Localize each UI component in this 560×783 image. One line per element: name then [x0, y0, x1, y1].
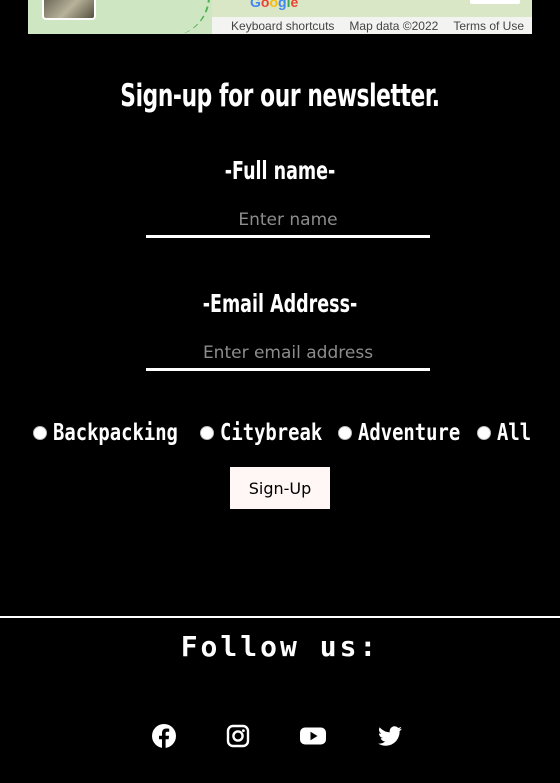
social-links — [0, 720, 560, 752]
radio-all[interactable]: All — [477, 420, 531, 446]
trip-type-radio-group: Backpacking Citybreak Adventure All — [0, 420, 560, 446]
email-label: -Email Address- — [202, 289, 358, 318]
radio-label: Citybreak — [219, 420, 322, 446]
radio-label: All — [497, 420, 532, 446]
radio-button[interactable] — [33, 426, 48, 440]
embedded-map[interactable]: Google Keyboard shortcuts Map data ©2022… — [28, 0, 532, 34]
facebook-icon[interactable] — [148, 720, 180, 752]
full-name-label: -Full name- — [224, 156, 336, 185]
sign-up-button[interactable]: Sign-Up — [230, 467, 330, 509]
radio-label: Backpacking — [53, 420, 179, 446]
youtube-icon[interactable] — [297, 720, 329, 752]
google-logo: Google — [250, 0, 299, 10]
radio-adventure[interactable]: Adventure — [338, 420, 471, 446]
radio-button[interactable] — [199, 426, 214, 440]
footer-divider — [0, 616, 560, 618]
radio-button[interactable] — [338, 426, 353, 440]
radio-button[interactable] — [477, 426, 492, 440]
radio-citybreak[interactable]: Citybreak — [199, 420, 333, 446]
radio-label: Adventure — [358, 420, 461, 446]
follow-us-heading: Follow us: — [180, 630, 380, 663]
newsletter-title: Sign-up for our newsletter. — [120, 78, 440, 114]
terms-of-use-link[interactable]: Terms of Use — [453, 19, 524, 33]
map-zoom-control[interactable] — [470, 0, 520, 4]
map-route — [88, 0, 210, 34]
email-input[interactable] — [146, 338, 430, 371]
instagram-icon[interactable] — [222, 720, 254, 752]
radio-backpacking[interactable]: Backpacking — [33, 420, 193, 446]
keyboard-shortcuts-link[interactable]: Keyboard shortcuts — [231, 19, 334, 33]
map-attribution: Keyboard shortcuts Map data ©2022 Terms … — [212, 17, 532, 34]
map-data-label: Map data ©2022 — [349, 18, 439, 33]
twitter-icon[interactable] — [374, 720, 406, 752]
full-name-input[interactable] — [146, 205, 430, 238]
street-view-thumbnail[interactable] — [42, 0, 96, 20]
